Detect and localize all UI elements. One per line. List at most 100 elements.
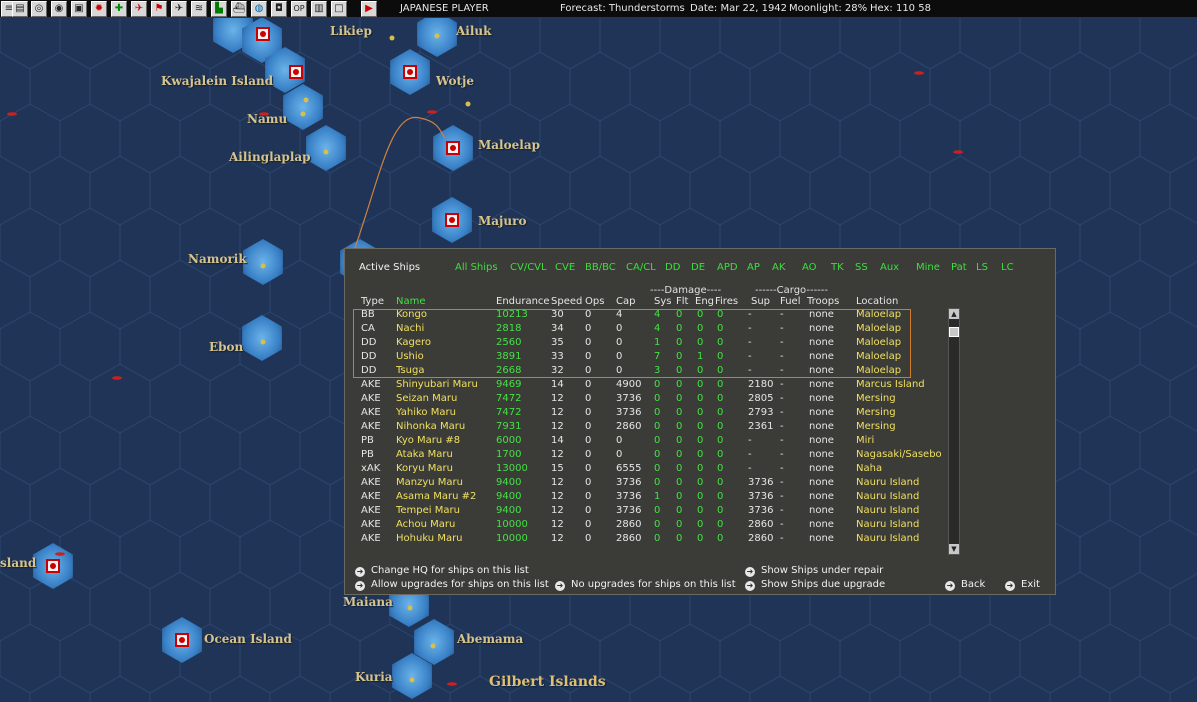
factory-icon[interactable]: ▙ (211, 1, 227, 17)
cell-endurance: 10000 (496, 519, 528, 530)
ship-icon[interactable]: ⛴ (231, 1, 247, 17)
unit-icon[interactable]: ▣ (71, 1, 87, 17)
cell-speed: 12 (551, 477, 564, 488)
scroll-up-icon[interactable]: ▲ (949, 309, 959, 319)
cell-sys: 0 (654, 449, 661, 460)
col-troops[interactable]: Troops (807, 296, 839, 307)
ship-row[interactable]: AKE Yahiko Maru 7472 12 0 3736 0 0 0 0 2793- none Me… (345, 407, 945, 421)
filter-tk[interactable]: TK (831, 262, 844, 273)
ship-row[interactable]: AKE Hohuku Maru 10000 12 0 2860 0 0 0 0 2860- none N… (345, 533, 945, 547)
show-upgrade-button[interactable]: ➜ Show Ships due upgrade (745, 579, 885, 591)
filter-ls[interactable]: LS (976, 262, 988, 273)
ship-row[interactable]: xAK Koryu Maru 13000 15 0 6555 0 0 0 0 - - none Naha (345, 463, 945, 477)
ship-row[interactable]: AKE Shinyubari Maru 9469 14 0 4900 0 0 0 0 2180- no… (345, 379, 945, 393)
cell-endurance: 9400 (496, 491, 522, 502)
filter-de[interactable]: DE (691, 262, 705, 273)
camera-icon[interactable]: ◘ (271, 1, 287, 17)
filter-apd[interactable]: APD (717, 262, 738, 273)
arrow-right-icon: ➜ (555, 581, 565, 591)
cell-flt: 0 (676, 407, 683, 418)
cell-sys: 0 (654, 477, 661, 488)
col-fires[interactable]: Fires (715, 296, 738, 307)
ship-row[interactable]: PB Ataka Maru 1700 12 0 0 0 0 0 0 - - none Nagasaki/S… (345, 449, 945, 463)
filter-ap[interactable]: AP (747, 262, 760, 273)
col-cap[interactable]: Cap (616, 296, 635, 307)
medal-icon[interactable]: ✚ (111, 1, 127, 17)
filter-aux[interactable]: Aux (880, 262, 899, 273)
ship-list-scrollbar[interactable]: ▲ ▼ (948, 308, 960, 555)
ship-row[interactable]: AKE Asama Maru #2 9400 12 0 3736 1 0 0 0 3736- none… (345, 491, 945, 505)
screen-icon[interactable]: □ (331, 1, 347, 17)
filter-ca-cl[interactable]: CA/CL (626, 262, 656, 273)
exit-button[interactable]: ➜ Exit (1005, 579, 1040, 591)
col-fuel[interactable]: Fuel (780, 296, 800, 307)
cell-endurance: 7472 (496, 393, 522, 404)
ops-icon[interactable]: OP (291, 1, 307, 17)
cell-flt: 0 (676, 519, 683, 530)
filter-lc[interactable]: LC (1001, 262, 1014, 273)
show-upgrade-label: Show Ships due upgrade (761, 579, 886, 590)
filter-bb-bc[interactable]: BB/BC (585, 262, 616, 273)
col-flt[interactable]: Flt (676, 296, 688, 307)
cell-sys: 0 (654, 393, 661, 404)
back-button[interactable]: ➜ Back (945, 579, 985, 591)
group-icon[interactable]: ◉ (51, 1, 67, 17)
cell-name: Achou Maru (396, 519, 456, 530)
document-icon[interactable]: ▤ (12, 1, 28, 17)
plane-list-icon[interactable]: ✈ (171, 1, 187, 17)
col-eng[interactable]: Eng (695, 296, 714, 307)
cell-fires: 0 (717, 477, 724, 488)
scroll-thumb[interactable] (949, 327, 959, 337)
no-upgrades-button[interactable]: ➜ No upgrades for ships on this list (555, 579, 736, 591)
col-type[interactable]: Type (361, 296, 384, 307)
ship-row[interactable]: PB Kyo Maru #8 6000 14 0 0 0 0 0 0 - - none Miri (345, 435, 945, 449)
col-sys[interactable]: Sys (654, 296, 671, 307)
col-ops[interactable]: Ops (585, 296, 604, 307)
cell-location: Nauru Island (856, 533, 920, 544)
cell-location: Marcus Island (856, 379, 925, 390)
aircraft-icon[interactable]: ✈ (131, 1, 147, 17)
col-endurance[interactable]: Endurance (496, 296, 550, 307)
filter-mine[interactable]: Mine (916, 262, 940, 273)
rising-sun-icon[interactable]: ✹ (91, 1, 107, 17)
col-speed[interactable]: Speed (551, 296, 582, 307)
date-label: Date: Mar 22, 1942 (690, 3, 788, 14)
change-hq-button[interactable]: ➜ Change HQ for ships on this list (355, 565, 529, 577)
map-label-likiep: Likiep (330, 24, 372, 38)
filter-ak[interactable]: AK (772, 262, 785, 273)
ship-row[interactable]: AKE Tempei Maru 9400 12 0 3736 0 0 0 0 3736- none Na… (345, 505, 945, 519)
stairs-icon[interactable]: ≋ (191, 1, 207, 17)
cell-endurance: 13000 (496, 463, 528, 474)
col-sup[interactable]: Sup (751, 296, 770, 307)
filter-pat[interactable]: Pat (951, 262, 967, 273)
cell-location: Nagasaki/Sasebo (856, 449, 942, 460)
col-location[interactable]: Location (856, 296, 898, 307)
col-name[interactable]: Name (396, 296, 426, 307)
globe-icon[interactable]: ◍ (251, 1, 267, 17)
atoll-icon (260, 263, 266, 269)
base-icon[interactable]: ◎ (31, 1, 47, 17)
filter-all-ships[interactable]: All Ships (455, 262, 498, 273)
ship-row[interactable]: AKE Achou Maru 10000 12 0 2860 0 0 0 0 2860- none Na… (345, 519, 945, 533)
filter-cv-cvl[interactable]: CV/CVL (510, 262, 547, 273)
ship-row[interactable]: AKE Manzyu Maru 9400 12 0 3736 0 0 0 0 3736- none Na… (345, 477, 945, 491)
ship-row[interactable]: AKE Nihonka Maru 7931 12 0 2860 0 0 0 0 2361- none M… (345, 421, 945, 435)
cell-ops: 0 (585, 421, 592, 432)
cell-location: Miri (856, 435, 875, 446)
cell-sys: 1 (654, 491, 661, 502)
show-repair-button[interactable]: ➜ Show Ships under repair (745, 565, 883, 577)
end-turn-icon[interactable]: ▶ (361, 1, 377, 17)
ship-marker-icon (55, 552, 65, 556)
ship-row[interactable]: AKE Seizan Maru 7472 12 0 3736 0 0 0 0 2805- none Me… (345, 393, 945, 407)
save-icon[interactable]: ▥ (311, 1, 327, 17)
filter-cve[interactable]: CVE (555, 262, 575, 273)
cell-eng: 0 (697, 463, 704, 474)
filter-ao[interactable]: AO (802, 262, 817, 273)
allow-upgrades-button[interactable]: ➜ Allow upgrades for ships on this list (355, 579, 549, 591)
rising-sun-icon (260, 31, 266, 37)
filter-ss[interactable]: SS (855, 262, 868, 273)
filter-dd[interactable]: DD (665, 262, 680, 273)
scroll-down-icon[interactable]: ▼ (949, 544, 959, 554)
cell-fires: 0 (717, 491, 724, 502)
flag-icon[interactable]: ⚑ (151, 1, 167, 17)
